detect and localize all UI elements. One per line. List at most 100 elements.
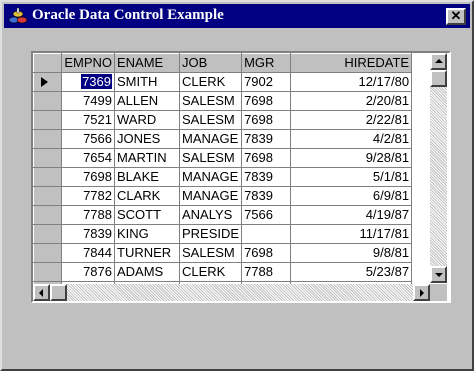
vertical-scrollbar[interactable] (430, 53, 447, 283)
cell-ename[interactable]: MARTIN (114, 148, 180, 168)
cell-job[interactable]: MANAGE (179, 167, 243, 187)
cell-empno[interactable]: 7369 (61, 72, 115, 92)
cell-text: SALESM (182, 112, 235, 127)
horizontal-scroll-thumb[interactable] (50, 284, 67, 301)
scroll-down-button[interactable] (430, 266, 447, 283)
cell-empno[interactable]: 7521 (61, 110, 115, 130)
cell-hiredate[interactable]: 2/22/81 (290, 110, 413, 130)
table-row[interactable]: 7839 KING PRESIDE 11/17/81 (33, 224, 413, 244)
cell-text: SALESM (182, 245, 235, 260)
row-selector[interactable] (33, 167, 62, 187)
cell-hiredate[interactable]: 11/17/81 (290, 224, 413, 244)
table-row[interactable]: 7369 SMITH CLERK 7902 12/17/80 (33, 72, 413, 92)
row-selector[interactable] (33, 129, 62, 149)
cell-ename[interactable]: JONES (114, 129, 180, 149)
cell-ename[interactable]: SMITH (114, 72, 180, 92)
column-header-empno[interactable]: EMPNO (61, 53, 115, 73)
cell-empno[interactable]: 7654 (61, 148, 115, 168)
cell-ename[interactable]: ADAMS (114, 262, 180, 282)
cell-hiredate[interactable]: 9/8/81 (290, 243, 413, 263)
cell-ename[interactable]: ALLEN (114, 91, 180, 111)
cell-hiredate[interactable]: 2/20/81 (290, 91, 413, 111)
cell-job[interactable]: PRESIDE (179, 224, 243, 244)
cell-hiredate[interactable]: 4/19/87 (290, 205, 413, 225)
cell-hiredate[interactable]: 5/1/81 (290, 167, 413, 187)
cell-ename[interactable]: WARD (114, 110, 180, 130)
cell-job[interactable]: CLERK (179, 72, 243, 92)
column-header-job[interactable]: JOB (179, 53, 243, 73)
cell-mgr[interactable]: 7788 (241, 262, 292, 282)
cell-job[interactable]: SALESM (179, 110, 243, 130)
scroll-right-button[interactable] (413, 284, 430, 301)
cell-empno[interactable]: 7566 (61, 129, 115, 149)
cell-mgr[interactable]: 7902 (241, 72, 292, 92)
cell-empno[interactable]: 7788 (61, 205, 115, 225)
vertical-scroll-thumb[interactable] (430, 70, 447, 87)
cell-mgr[interactable]: 7698 (241, 148, 292, 168)
cell-empno[interactable]: 7782 (61, 186, 115, 206)
cell-hiredate[interactable]: 4/2/81 (290, 129, 413, 149)
scroll-left-button[interactable] (33, 284, 50, 301)
table-row[interactable]: 7521 WARD SALESM 7698 2/22/81 (33, 110, 413, 130)
cell-job[interactable]: SALESM (179, 91, 243, 111)
cell-ename[interactable]: BLAKE (114, 167, 180, 187)
cell-empno[interactable]: 7698 (61, 167, 115, 187)
table-row[interactable]: 7844 TURNER SALESM 7698 9/8/81 (33, 243, 413, 263)
close-button[interactable]: ✕ (446, 8, 466, 25)
row-selector[interactable] (33, 186, 62, 206)
cell-hiredate[interactable]: 12/17/80 (290, 72, 413, 92)
row-selector[interactable] (33, 148, 62, 168)
cell-text: MARTIN (117, 150, 167, 165)
cell-ename[interactable]: CLARK (114, 186, 180, 206)
cell-mgr[interactable]: 7839 (241, 129, 292, 149)
row-selector[interactable] (33, 72, 62, 92)
cell-mgr[interactable]: 7566 (241, 205, 292, 225)
cell-job[interactable]: CLERK (179, 262, 243, 282)
cell-mgr[interactable]: 7839 (241, 186, 292, 206)
cell-empno[interactable]: 7876 (61, 262, 115, 282)
cell-ename[interactable]: KING (114, 224, 180, 244)
cell-hiredate[interactable]: 5/23/87 (290, 262, 413, 282)
title-bar[interactable]: Oracle Data Control Example ✕ (4, 4, 470, 28)
column-header-mgr[interactable]: MGR (241, 53, 292, 73)
table-row[interactable]: 7876 ADAMS CLERK 7788 5/23/87 (33, 262, 413, 282)
scroll-up-button[interactable] (430, 53, 447, 70)
row-selector[interactable] (33, 205, 62, 225)
column-header-hiredate[interactable]: HIREDATE (290, 53, 413, 73)
cell-job[interactable]: ANALYS (179, 205, 243, 225)
row-selector[interactable] (33, 110, 62, 130)
cell-job[interactable]: MANAGE (179, 129, 243, 149)
cell-empno[interactable]: 7499 (61, 91, 115, 111)
cell-hiredate[interactable]: 9/28/81 (290, 148, 413, 168)
column-header-ename[interactable]: ENAME (114, 53, 180, 73)
cell-mgr[interactable]: 7839 (241, 167, 292, 187)
horizontal-scrollbar[interactable] (33, 284, 430, 301)
cell-text: 4/19/87 (365, 207, 410, 222)
cell-mgr[interactable]: 7698 (241, 243, 292, 263)
cell-mgr[interactable]: 7698 (241, 110, 292, 130)
cell-ename[interactable]: TURNER (114, 243, 180, 263)
cell-empno[interactable]: 7839 (61, 224, 115, 244)
cell-job[interactable]: MANAGE (179, 186, 243, 206)
table-row[interactable]: 7499 ALLEN SALESM 7698 2/20/81 (33, 91, 413, 111)
row-selector[interactable] (33, 262, 62, 282)
cell-empno[interactable]: 7844 (61, 243, 115, 263)
cell-text: 9/28/81 (365, 150, 410, 165)
cell-job[interactable]: SALESM (179, 243, 243, 263)
cell-mgr[interactable]: 7698 (241, 91, 292, 111)
cell-job[interactable]: SALESM (179, 148, 243, 168)
row-selector[interactable] (33, 224, 62, 244)
table-row[interactable]: 7788 SCOTT ANALYS 7566 4/19/87 (33, 205, 413, 225)
table-row[interactable]: 7698 BLAKE MANAGE 7839 5/1/81 (33, 167, 413, 187)
cell-hiredate[interactable]: 6/9/81 (290, 186, 413, 206)
table-row[interactable]: 7566 JONES MANAGE 7839 4/2/81 (33, 129, 413, 149)
cell-ename[interactable]: SCOTT (114, 205, 180, 225)
cell-text: CLERK (182, 264, 226, 279)
table-row[interactable]: 7782 CLARK MANAGE 7839 6/9/81 (33, 186, 413, 206)
data-grid[interactable]: EMPNO ENAME JOB MGR HIREDATE 7369 SMITH CL… (31, 51, 451, 303)
row-selector[interactable] (33, 243, 62, 263)
cell-mgr[interactable] (241, 224, 292, 244)
table-row[interactable]: 7654 MARTIN SALESM 7698 9/28/81 (33, 148, 413, 168)
row-selector[interactable] (33, 91, 62, 111)
cell-text: KING (117, 226, 149, 241)
